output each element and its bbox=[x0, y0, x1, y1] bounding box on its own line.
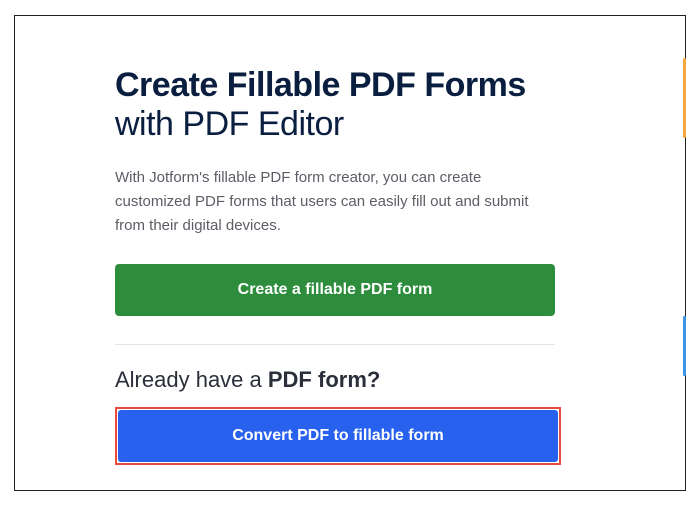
edge-accent-blue bbox=[683, 316, 686, 376]
page-heading: Create Fillable PDF Forms with PDF Edito… bbox=[115, 66, 585, 144]
subheading-prefix: Already have a bbox=[115, 367, 268, 392]
heading-bold: Create Fillable PDF Forms bbox=[115, 66, 526, 104]
create-fillable-pdf-button[interactable]: Create a fillable PDF form bbox=[115, 264, 555, 316]
subheading-bold: PDF form? bbox=[268, 367, 380, 392]
page-description: With Jotform's fillable PDF form creator… bbox=[115, 166, 535, 238]
page-frame: Create Fillable PDF Forms with PDF Edito… bbox=[14, 15, 686, 491]
subheading: Already have a PDF form? bbox=[115, 367, 585, 393]
heading-light: with PDF Editor bbox=[115, 105, 344, 143]
section-divider bbox=[115, 344, 555, 345]
convert-pdf-button[interactable]: Convert PDF to fillable form bbox=[118, 410, 558, 462]
edge-accent-orange bbox=[683, 58, 686, 138]
highlight-box: Convert PDF to fillable form bbox=[115, 407, 561, 465]
